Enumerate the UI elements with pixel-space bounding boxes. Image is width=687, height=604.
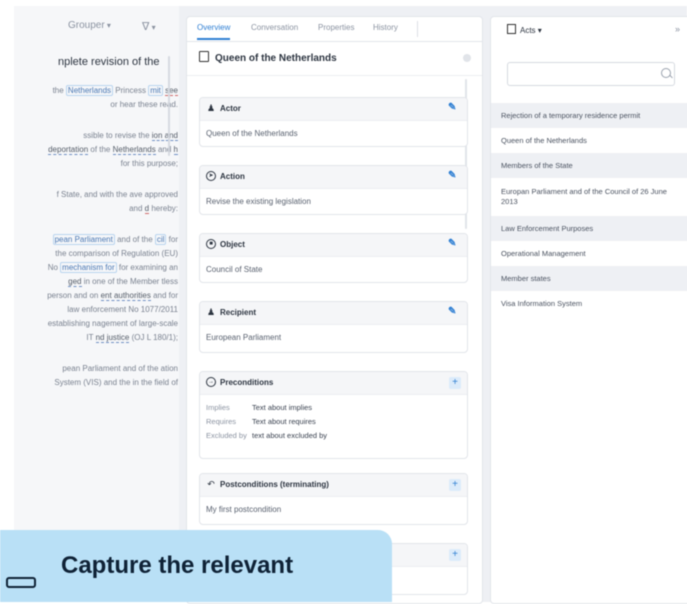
object-value: Council of State [206, 265, 263, 274]
annotated-span[interactable]: Netherlands [112, 145, 156, 155]
actor-card: ♟ Actor ✎ Queen of the Netherlands [199, 97, 468, 147]
filter-icon[interactable]: ∇ [142, 20, 156, 33]
document-paragraph: ssible to revise the ion and deportation… [44, 129, 178, 171]
document-paragraph: pean Parliament and of the ation System … [44, 362, 178, 390]
document-text-segment: in the field of [132, 378, 178, 387]
document-text-segment: ssible to revise the [83, 131, 152, 140]
document-text-segment: and of the [114, 235, 155, 244]
document-text-segment: for this purpose; [120, 159, 178, 168]
annotated-span[interactable]: Netherlands [65, 85, 114, 96]
annotated-span[interactable]: ged [68, 277, 82, 287]
annotated-span[interactable]: ent authorities [100, 291, 151, 301]
edit-icon[interactable]: ✎ [448, 103, 457, 113]
add-postcondition-button[interactable]: + [449, 479, 461, 491]
recipient-card: ♟ Recipient ✎ European Parliament [199, 301, 468, 353]
postconditions-card: ↶ Postconditions (terminating) + My first … [199, 473, 468, 525]
annotated-span[interactable]: mechanism for [60, 262, 117, 273]
document-paragraph: f State, and with the ave approved and d… [44, 188, 178, 216]
document-scrollbar[interactable] [168, 56, 170, 156]
document-title: nplete revision of the [58, 56, 160, 68]
acts-dropdown[interactable]: Acts ▾ [507, 24, 542, 35]
grouper-dropdown[interactable]: Grouper [68, 20, 111, 31]
detail-tabs: Overview Conversation Properties History [187, 17, 482, 42]
document-text-segment: Princess [113, 86, 149, 95]
act-item[interactable]: Law Enforcement Purposes [491, 216, 687, 241]
details-panel: Overview Conversation Properties History… [186, 16, 483, 604]
action-value: Revise the existing legislation [206, 197, 311, 206]
document-text-segment: in one of the Member [81, 277, 162, 286]
act-item[interactable]: Members of the State [491, 153, 687, 178]
document-text-segment: f State, and with the [56, 190, 130, 199]
tab-history[interactable]: History [373, 23, 398, 32]
edit-icon[interactable]: ✎ [448, 307, 457, 317]
annotated-span[interactable]: h [173, 145, 178, 155]
act-item[interactable]: Visa Information System [491, 291, 687, 316]
precondition-icon: → [206, 377, 216, 387]
edit-icon[interactable]: ✎ [448, 239, 457, 249]
precondition-row: Requires Text about requires [206, 417, 316, 426]
postcondition-value: My first postcondition [206, 505, 282, 514]
app-window: Grouper ∇ nplete revision of the the Net… [14, 6, 687, 604]
more-options-icon[interactable] [463, 54, 471, 62]
recipient-icon: ♟ [206, 307, 216, 317]
caption-text: Capture the relevant [61, 552, 294, 579]
caption-icon [6, 577, 36, 588]
acts-panel: Acts ▾ » Rejection of a temporary reside… [490, 16, 687, 604]
object-card: ■ Object ✎ Council of State [199, 233, 468, 283]
document-text-segment: pean Parliament and of the [62, 364, 161, 373]
annotated-span[interactable]: pean Parliament [52, 234, 115, 245]
act-item[interactable]: Rejection of a temporary residence permi… [491, 103, 687, 128]
document-text: the Netherlands Princess mit see or hear… [44, 84, 178, 407]
document-text-segment: and [150, 291, 169, 300]
annotated-span[interactable]: nd justice [95, 333, 130, 343]
document-text-segment: (OJ L 180/1); [129, 333, 178, 342]
recipient-value: European Parliament [206, 333, 282, 342]
document-paragraph: the Netherlands Princess mit see or hear… [44, 84, 178, 112]
document-icon [199, 51, 209, 62]
document-paragraph: pean Parliament and of the cil for the c… [44, 233, 178, 345]
collapse-icon[interactable]: » [675, 24, 680, 34]
document-toolbar: Grouper ∇ [14, 20, 179, 42]
precondition-row: Excluded by text about excluded by [206, 431, 328, 440]
add-precondition-button[interactable]: + [449, 377, 461, 389]
document-text-segment: of the [88, 145, 113, 154]
search-icon[interactable] [661, 68, 671, 78]
document-text-segment: hereby: [149, 204, 178, 213]
document-text-segment: the [52, 86, 66, 95]
acts-search-input[interactable] [507, 62, 675, 86]
preconditions-card: → Preconditions + Implies Text about implie… [199, 371, 468, 459]
document-icon [507, 24, 516, 34]
edit-icon[interactable]: ✎ [448, 171, 457, 181]
act-title: Queen of the Netherlands [199, 51, 337, 64]
tab-conversation[interactable]: Conversation [251, 23, 298, 32]
act-item[interactable]: Europan Parliament and of the Council of… [491, 178, 687, 216]
precondition-row: Implies Text about implies [206, 403, 313, 412]
act-item[interactable]: Operational Management [491, 241, 687, 266]
add-button[interactable]: + [449, 549, 461, 561]
object-icon: ■ [206, 239, 216, 249]
action-icon: ➤ [206, 171, 216, 181]
document-panel: Grouper ∇ nplete revision of the the Net… [14, 6, 179, 602]
act-item[interactable]: Queen of the Netherlands [491, 128, 687, 153]
tab-properties[interactable]: Properties [318, 23, 354, 32]
caption-banner: Capture the relevant [0, 530, 392, 602]
document-text-segment: and [155, 145, 174, 154]
tab-overview[interactable]: Overview [197, 23, 231, 40]
annotated-span[interactable]: mit [148, 85, 163, 96]
action-card: ➤ Action ✎ Revise the existing legislation [199, 165, 468, 215]
act-item[interactable]: Member states [491, 266, 687, 291]
document-text-segment: for examining an [116, 263, 178, 272]
annotated-span[interactable]: cil [154, 234, 167, 245]
acts-list: Rejection of a temporary residence permi… [491, 103, 687, 316]
postcondition-icon: ↶ [207, 479, 215, 489]
actor-value: Queen of the Netherlands [206, 129, 298, 138]
person-icon: ♟ [206, 103, 216, 113]
